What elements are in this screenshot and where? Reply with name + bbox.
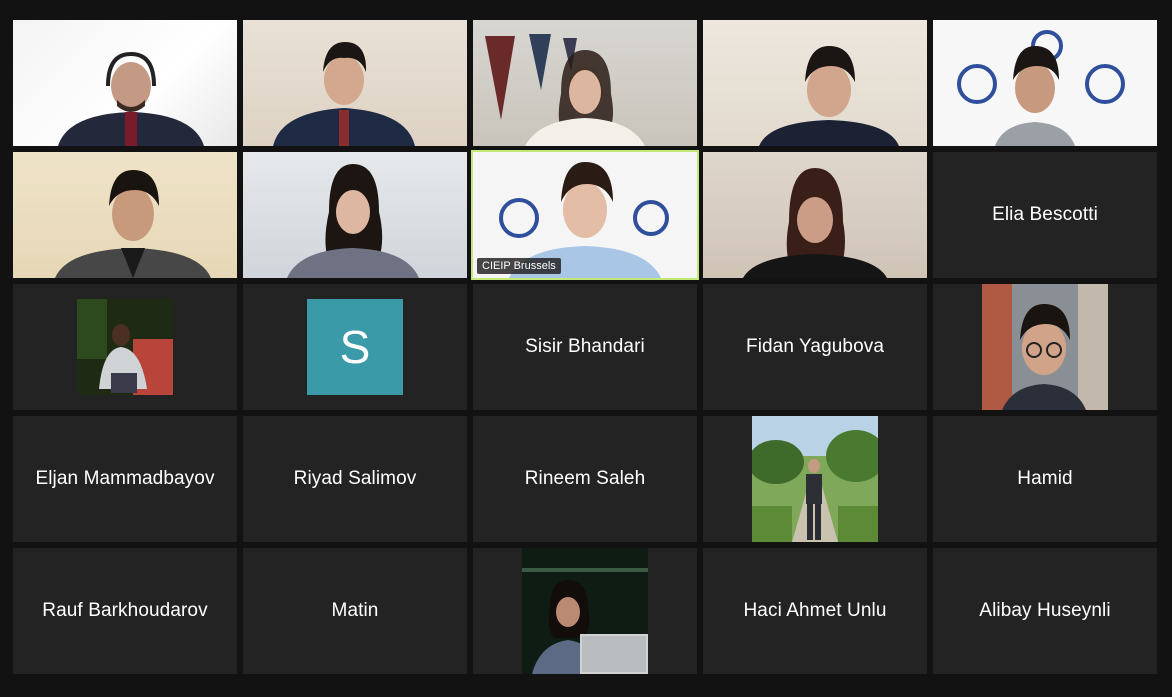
- participant-tile[interactable]: Alibay Huseynli: [933, 548, 1157, 674]
- participant-photo-tile[interactable]: [703, 416, 927, 542]
- participant-profile-photo: [752, 416, 878, 542]
- participant-tile[interactable]: Matin: [243, 548, 467, 674]
- participant-profile-photo: [77, 299, 173, 395]
- participant-name: Rauf Barkhoudarov: [42, 600, 208, 621]
- participant-tile[interactable]: Rauf Barkhoudarov: [13, 548, 237, 674]
- person-video: [759, 46, 899, 146]
- participant-name: Sisir Bhandari: [525, 336, 645, 357]
- participant-avatar: S: [307, 299, 403, 395]
- participant-tile[interactable]: Hamid: [933, 416, 1157, 542]
- participant-name: Rineem Saleh: [524, 468, 646, 489]
- participant-name: Hamid: [1017, 468, 1073, 489]
- participant-video-tile[interactable]: [243, 152, 467, 278]
- participant-video-tile-active-speaker[interactable]: CIEIP Brussels: [471, 150, 699, 280]
- participant-video-tile[interactable]: [473, 20, 697, 146]
- participant-video-tile[interactable]: [243, 20, 467, 146]
- participant-tile[interactable]: Fidan Yagubova: [703, 284, 927, 410]
- participant-photo-tile[interactable]: [933, 284, 1157, 410]
- participant-video-tile[interactable]: [703, 152, 927, 278]
- participant-video-tile[interactable]: [13, 20, 237, 146]
- participant-profile-photo: [982, 284, 1108, 410]
- person-video: [58, 51, 204, 146]
- participant-profile-photo: [522, 548, 648, 674]
- participant-name: Matin: [331, 600, 379, 621]
- person-video: [287, 164, 419, 278]
- person-video: [273, 42, 415, 146]
- person-video: [957, 30, 1125, 146]
- participant-name: Riyad Salimov: [293, 468, 417, 489]
- participant-name: Eljan Mammadbayov: [35, 468, 215, 489]
- participant-name: Fidan Yagubova: [745, 336, 885, 357]
- participant-tile[interactable]: Eljan Mammadbayov: [13, 416, 237, 542]
- participant-video-tile[interactable]: [703, 20, 927, 146]
- participant-name: Haci Ahmet Unlu: [743, 600, 887, 621]
- participant-tile[interactable]: Elia Bescotti: [933, 152, 1157, 278]
- participant-photo-tile[interactable]: [473, 548, 697, 674]
- gallery-view: CIEIP Brussels Elia Bescotti S Sisir Bha…: [13, 20, 1157, 674]
- participant-tile[interactable]: Sisir Bhandari: [473, 284, 697, 410]
- person-video: [743, 168, 887, 278]
- participant-tile[interactable]: Haci Ahmet Unlu: [703, 548, 927, 674]
- participant-name-label: CIEIP Brussels: [477, 258, 561, 274]
- participant-photo-tile[interactable]: [13, 284, 237, 410]
- person-video: [485, 34, 645, 146]
- participant-tile[interactable]: Riyad Salimov: [243, 416, 467, 542]
- person-video: [55, 170, 211, 278]
- participant-video-tile[interactable]: [933, 20, 1157, 146]
- participant-avatar-tile[interactable]: S: [243, 284, 467, 410]
- participant-name: Alibay Huseynli: [979, 600, 1111, 621]
- participant-video-tile[interactable]: [13, 152, 237, 278]
- participant-name: Elia Bescotti: [992, 204, 1098, 225]
- participant-tile[interactable]: Rineem Saleh: [473, 416, 697, 542]
